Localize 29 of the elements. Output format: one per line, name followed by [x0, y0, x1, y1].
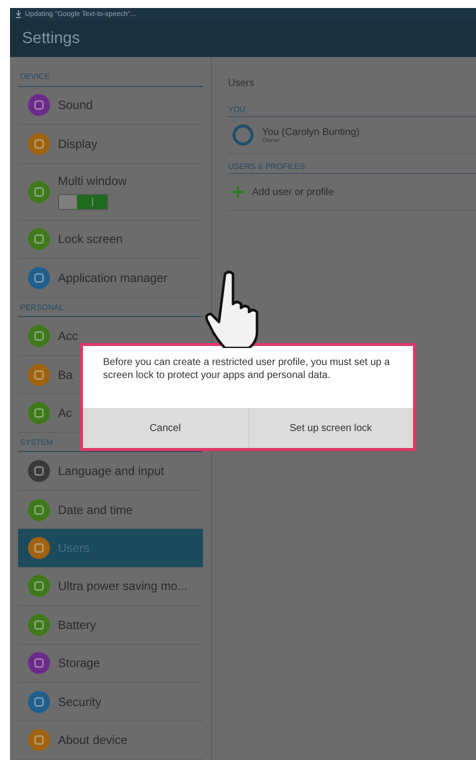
settings-item[interactable]: Sound — [28, 94, 93, 116]
section-header: DEVICE — [18, 67, 203, 87]
page-title: Users — [228, 76, 256, 90]
settings-item[interactable]: Ac — [28, 402, 72, 424]
window-title: Settings — [22, 30, 80, 48]
settings-item[interactable]: Display — [28, 132, 98, 155]
user-name: You (Carolyn Bunting) — [262, 126, 360, 138]
settings-item[interactable]: About device — [28, 729, 128, 752]
settings-item[interactable]: Date and time — [28, 498, 133, 521]
item-label: Multi window — [58, 174, 127, 188]
dialog-message: Before you can create a restricted user profile, you must set up a screen lock to protect your apps and personal data. — [102, 356, 391, 383]
section-header: YOU — [228, 97, 476, 117]
settings-item[interactable]: Battery — [28, 614, 96, 636]
download-icon — [16, 10, 21, 18]
settings-item[interactable]: Application manager — [28, 266, 168, 289]
avatar-icon — [232, 124, 254, 146]
add-user-item[interactable]: Add user or profile — [228, 174, 476, 211]
settings-item[interactable]: Acc — [28, 325, 78, 348]
settings-item[interactable]: Ultra power saving mo... — [28, 575, 188, 598]
plus-icon — [232, 186, 244, 198]
settings-item[interactable]: Security — [28, 690, 102, 713]
settings-item[interactable]: Lock screen — [28, 228, 123, 250]
section-header: USERS & PROFILES — [228, 154, 476, 174]
settings-item[interactable]: Multi window — [18, 164, 203, 221]
toggle-switch[interactable] — [58, 194, 108, 210]
settings-item[interactable]: Language and input — [28, 460, 164, 482]
settings-item[interactable]: Ba — [28, 364, 73, 386]
section-header: PERSONAL — [18, 298, 203, 318]
settings-item[interactable]: Storage — [28, 652, 100, 674]
